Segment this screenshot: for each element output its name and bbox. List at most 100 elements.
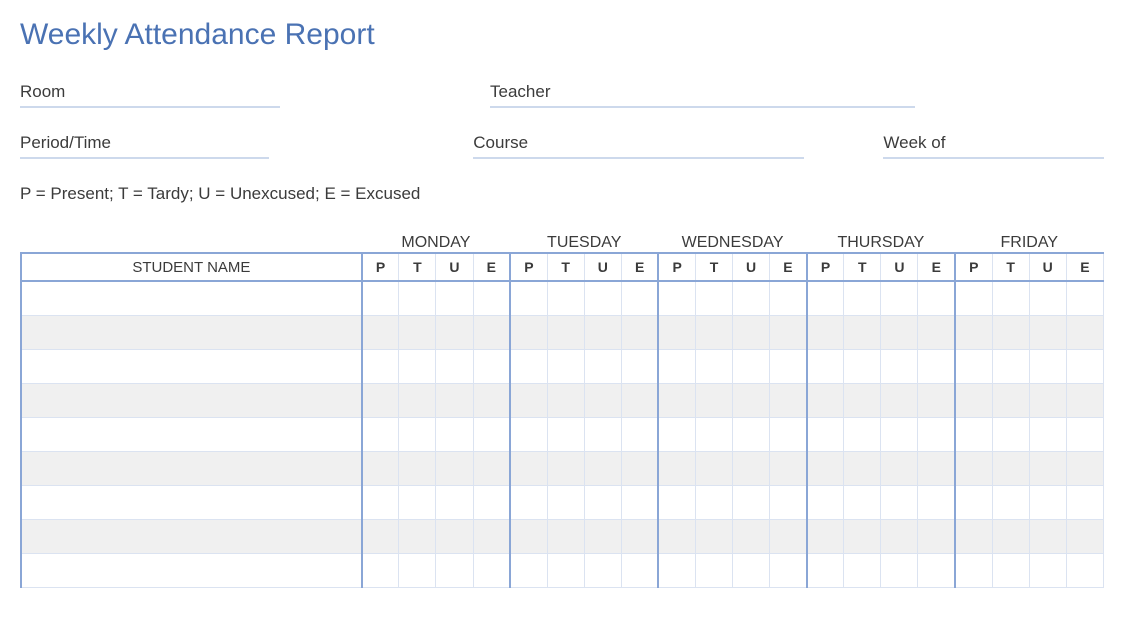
attendance-cell[interactable] <box>807 451 844 485</box>
attendance-cell[interactable] <box>733 553 770 587</box>
attendance-cell[interactable] <box>1029 553 1066 587</box>
attendance-cell[interactable] <box>1066 451 1103 485</box>
attendance-cell[interactable] <box>807 519 844 553</box>
attendance-cell[interactable] <box>510 349 547 383</box>
attendance-cell[interactable] <box>1029 451 1066 485</box>
attendance-cell[interactable] <box>992 417 1029 451</box>
attendance-cell[interactable] <box>399 315 436 349</box>
attendance-cell[interactable] <box>770 451 807 485</box>
attendance-cell[interactable] <box>547 281 584 315</box>
attendance-cell[interactable] <box>658 451 695 485</box>
attendance-cell[interactable] <box>807 281 844 315</box>
attendance-cell[interactable] <box>733 383 770 417</box>
attendance-cell[interactable] <box>584 485 621 519</box>
student-name-cell[interactable] <box>21 451 362 485</box>
attendance-cell[interactable] <box>510 519 547 553</box>
attendance-cell[interactable] <box>584 315 621 349</box>
student-name-cell[interactable] <box>21 315 362 349</box>
attendance-cell[interactable] <box>584 519 621 553</box>
attendance-cell[interactable] <box>362 519 399 553</box>
attendance-cell[interactable] <box>473 451 510 485</box>
attendance-cell[interactable] <box>1066 553 1103 587</box>
attendance-cell[interactable] <box>844 451 881 485</box>
attendance-cell[interactable] <box>1029 315 1066 349</box>
attendance-cell[interactable] <box>992 519 1029 553</box>
attendance-cell[interactable] <box>955 315 992 349</box>
attendance-cell[interactable] <box>399 417 436 451</box>
attendance-cell[interactable] <box>955 485 992 519</box>
attendance-cell[interactable] <box>955 451 992 485</box>
attendance-cell[interactable] <box>844 519 881 553</box>
attendance-cell[interactable] <box>510 451 547 485</box>
attendance-cell[interactable] <box>881 553 918 587</box>
attendance-cell[interactable] <box>510 383 547 417</box>
attendance-cell[interactable] <box>1029 485 1066 519</box>
attendance-cell[interactable] <box>770 485 807 519</box>
attendance-cell[interactable] <box>881 281 918 315</box>
attendance-cell[interactable] <box>918 315 955 349</box>
attendance-cell[interactable] <box>844 417 881 451</box>
attendance-cell[interactable] <box>733 485 770 519</box>
attendance-cell[interactable] <box>621 315 658 349</box>
student-name-cell[interactable] <box>21 383 362 417</box>
attendance-cell[interactable] <box>473 519 510 553</box>
attendance-cell[interactable] <box>399 451 436 485</box>
attendance-cell[interactable] <box>881 417 918 451</box>
attendance-cell[interactable] <box>658 519 695 553</box>
attendance-cell[interactable] <box>1066 519 1103 553</box>
attendance-cell[interactable] <box>621 349 658 383</box>
attendance-cell[interactable] <box>658 383 695 417</box>
attendance-cell[interactable] <box>1029 281 1066 315</box>
attendance-cell[interactable] <box>918 451 955 485</box>
attendance-cell[interactable] <box>807 383 844 417</box>
attendance-cell[interactable] <box>584 451 621 485</box>
field-room[interactable]: Room <box>20 82 280 108</box>
attendance-cell[interactable] <box>436 485 473 519</box>
attendance-cell[interactable] <box>473 485 510 519</box>
attendance-cell[interactable] <box>621 553 658 587</box>
attendance-cell[interactable] <box>733 315 770 349</box>
attendance-cell[interactable] <box>918 383 955 417</box>
attendance-cell[interactable] <box>992 553 1029 587</box>
attendance-cell[interactable] <box>584 417 621 451</box>
attendance-cell[interactable] <box>992 485 1029 519</box>
attendance-cell[interactable] <box>695 485 732 519</box>
attendance-cell[interactable] <box>621 417 658 451</box>
field-week-of[interactable]: Week of <box>883 133 1104 159</box>
attendance-cell[interactable] <box>695 281 732 315</box>
attendance-cell[interactable] <box>547 553 584 587</box>
attendance-cell[interactable] <box>770 349 807 383</box>
attendance-cell[interactable] <box>844 383 881 417</box>
attendance-cell[interactable] <box>695 349 732 383</box>
attendance-cell[interactable] <box>770 417 807 451</box>
attendance-cell[interactable] <box>399 383 436 417</box>
attendance-cell[interactable] <box>399 349 436 383</box>
attendance-cell[interactable] <box>1066 281 1103 315</box>
attendance-cell[interactable] <box>881 349 918 383</box>
attendance-cell[interactable] <box>547 451 584 485</box>
attendance-cell[interactable] <box>436 519 473 553</box>
attendance-cell[interactable] <box>733 519 770 553</box>
attendance-cell[interactable] <box>992 281 1029 315</box>
attendance-cell[interactable] <box>510 281 547 315</box>
attendance-cell[interactable] <box>992 451 1029 485</box>
attendance-cell[interactable] <box>881 451 918 485</box>
attendance-cell[interactable] <box>547 383 584 417</box>
attendance-cell[interactable] <box>807 417 844 451</box>
attendance-cell[interactable] <box>881 315 918 349</box>
attendance-cell[interactable] <box>399 281 436 315</box>
attendance-cell[interactable] <box>473 281 510 315</box>
attendance-cell[interactable] <box>844 553 881 587</box>
attendance-cell[interactable] <box>584 281 621 315</box>
attendance-cell[interactable] <box>621 485 658 519</box>
field-course[interactable]: Course <box>473 133 804 159</box>
attendance-cell[interactable] <box>510 315 547 349</box>
attendance-cell[interactable] <box>399 553 436 587</box>
attendance-cell[interactable] <box>695 553 732 587</box>
attendance-cell[interactable] <box>1066 485 1103 519</box>
attendance-cell[interactable] <box>547 315 584 349</box>
attendance-cell[interactable] <box>881 519 918 553</box>
attendance-cell[interactable] <box>733 417 770 451</box>
attendance-cell[interactable] <box>844 281 881 315</box>
attendance-cell[interactable] <box>547 417 584 451</box>
